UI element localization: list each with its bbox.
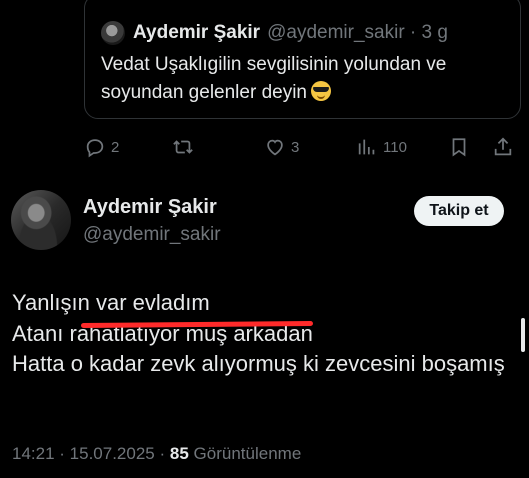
- tweet-text: Yanlışın var evladım Atanı rahatlatıyor …: [12, 288, 512, 380]
- retweet-icon: [173, 140, 193, 154]
- follow-button[interactable]: Takip et: [414, 196, 504, 226]
- tweet-line-2: Atanı rahatlatıyor muş arkadan: [12, 319, 512, 350]
- sunglasses-emoji-icon: [311, 81, 331, 101]
- tweet-line-1: Yanlışın var evladım: [12, 290, 210, 315]
- quoted-separator: ·: [409, 22, 417, 43]
- reply-button[interactable]: 2: [84, 136, 119, 158]
- like-button[interactable]: 3: [264, 136, 299, 158]
- views-label: Görüntülenme: [193, 444, 302, 463]
- share-icon: [494, 137, 512, 156]
- bookmark-button[interactable]: [448, 136, 470, 158]
- analytics-bars-icon: [358, 139, 375, 155]
- quoted-handle-text: @aydemir_sakir: [267, 22, 405, 43]
- tweet-metadata: 14:21 · 15.07.2025 · 85 Görüntülenme: [12, 444, 302, 463]
- author-avatar[interactable]: [11, 190, 71, 250]
- quoted-author-handle: @aydemir_sakir · 3 g: [267, 22, 448, 44]
- scrollbar[interactable]: [521, 318, 525, 352]
- quoted-tweet-text: Vedat Uşaklıgilin sevgilisinin yolundan …: [101, 51, 511, 107]
- tweet-line-2-prefix: Atanı r: [12, 320, 77, 346]
- author-name[interactable]: Aydemir Şakir: [83, 196, 217, 219]
- quoted-author-name[interactable]: Aydemir Şakir: [133, 22, 260, 44]
- quoted-tweet-body: Vedat Uşaklıgilin sevgilisinin yolundan …: [101, 54, 447, 103]
- tweet-line-3: Hatta o kadar zevk alıyormuş ki zevcesin…: [12, 351, 505, 376]
- like-count: 3: [291, 138, 300, 156]
- views-count: 110: [383, 138, 407, 156]
- tweet-time[interactable]: 14:21: [12, 444, 55, 463]
- tweet-action-bar: 2 3 110: [84, 136, 521, 162]
- tweet-view-count: 85: [169, 444, 189, 463]
- retweet-button[interactable]: [172, 136, 199, 158]
- redacted-text: ahatlatıyor muş arkadan: [77, 319, 313, 350]
- reply-count: 2: [111, 138, 120, 156]
- views-button[interactable]: 110: [356, 136, 407, 158]
- meta-separator: ·: [159, 444, 166, 463]
- reply-icon: [86, 139, 104, 158]
- author-handle[interactable]: @aydemir_sakir: [83, 224, 221, 246]
- bookmark-icon: [452, 138, 466, 157]
- heart-icon: [267, 139, 283, 156]
- quoted-tweet-card[interactable]: Aydemir Şakir @aydemir_sakir · 3 g Vedat…: [84, 0, 521, 119]
- quoted-author-avatar[interactable]: [101, 21, 125, 45]
- quoted-tweet-header: Aydemir Şakir @aydemir_sakir · 3 g: [101, 21, 448, 45]
- share-button[interactable]: [492, 136, 514, 158]
- quoted-tweet-age: 3 g: [421, 22, 448, 43]
- tweet-date[interactable]: 15.07.2025: [70, 444, 155, 463]
- tweet-page: Aydemir Şakir @aydemir_sakir · 3 g Vedat…: [0, 0, 529, 478]
